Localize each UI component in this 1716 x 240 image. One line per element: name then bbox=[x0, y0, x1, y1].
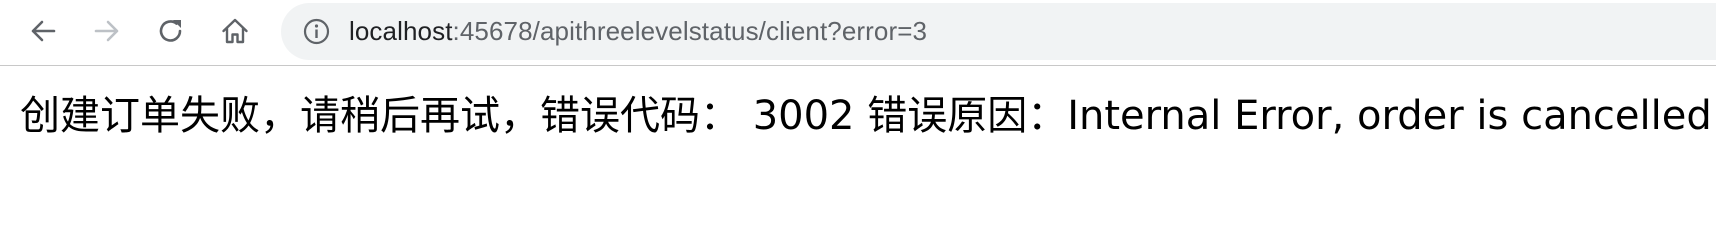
reload-icon bbox=[159, 20, 182, 42]
url-text[interactable]: localhost:45678/apithreelevelstatus/clie… bbox=[349, 3, 927, 60]
error-message: 创建订单失败，请稍后再试，错误代码： 3002 错误原因：Internal Er… bbox=[20, 93, 1712, 139]
info-icon[interactable] bbox=[303, 18, 330, 45]
reload-button[interactable] bbox=[150, 10, 192, 52]
forward-button[interactable] bbox=[86, 10, 128, 52]
browser-toolbar: localhost:45678/apithreelevelstatus/clie… bbox=[0, 0, 1716, 66]
address-bar[interactable]: localhost:45678/apithreelevelstatus/clie… bbox=[281, 3, 1716, 60]
forward-arrow-icon bbox=[94, 20, 119, 42]
url-path: :45678/apithreelevelstatus/client?error=… bbox=[452, 16, 928, 46]
home-icon bbox=[222, 18, 248, 44]
home-button[interactable] bbox=[214, 10, 256, 52]
url-host: localhost bbox=[349, 16, 453, 46]
back-button[interactable] bbox=[22, 10, 64, 52]
back-arrow-icon bbox=[31, 20, 56, 42]
